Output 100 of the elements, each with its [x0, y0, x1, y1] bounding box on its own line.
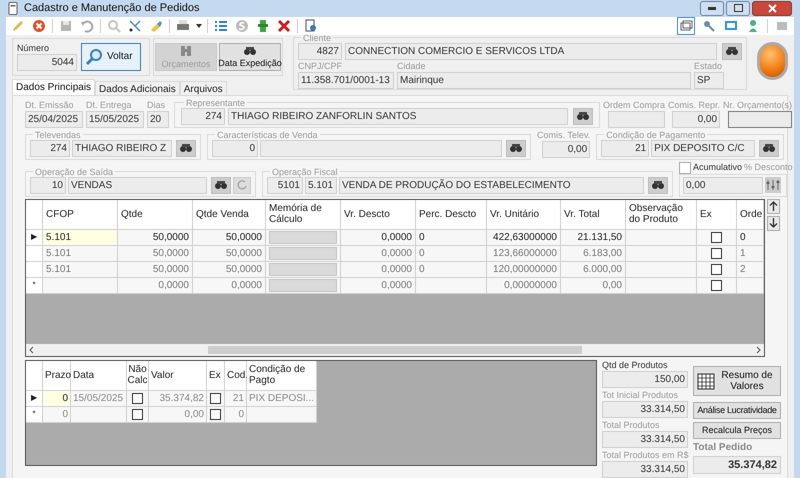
group-label: Condição de Pagamento — [605, 130, 706, 140]
text-field[interactable]: 33.314,50 — [602, 430, 688, 448]
table-cell: 422,63000000 — [487, 230, 561, 246]
table-cell: 5.101 — [43, 262, 118, 278]
column-header[interactable]: Perc. Descto — [416, 200, 487, 230]
field-label: Dt. Entrega — [86, 100, 133, 110]
column-header[interactable]: Qtde Venda — [193, 200, 266, 230]
column-header[interactable]: Cod. — [225, 360, 247, 390]
field-label: Tot Inicial Produtos — [602, 390, 680, 400]
table-cell: 0 — [225, 406, 247, 422]
text-field[interactable]: SP — [694, 72, 724, 88]
column-header[interactable]: Condição de Pagto — [247, 360, 317, 390]
field-label: Dt. Emissão — [25, 100, 75, 110]
table-cell: 0 — [43, 390, 71, 406]
table-cell: 50,0000 — [193, 230, 266, 246]
text-field[interactable]: 15/05/2025 — [86, 110, 144, 128]
text-field[interactable]: 274 — [181, 108, 225, 124]
column-header[interactable]: Ex — [697, 200, 737, 230]
table-cell: 120,00000000 — [487, 262, 561, 278]
table-cell: 123,66000000 — [487, 246, 561, 262]
text-field[interactable]: 20 — [147, 110, 169, 128]
field-label: Dias — [147, 100, 166, 110]
table-cell: 5.101 — [43, 246, 118, 262]
table-cell: 50,0000 — [118, 262, 193, 278]
group-label: Operação de Saída — [34, 166, 114, 176]
back-button[interactable]: Voltar — [81, 42, 141, 70]
text-field[interactable]: 25/04/2025 — [25, 110, 83, 128]
table-cell: 2 — [737, 262, 764, 278]
table-cell: 0,00 — [149, 406, 207, 422]
field-label: Número — [17, 42, 50, 54]
text-field[interactable]: PIX DEPOSITO C/C — [651, 140, 756, 156]
field-label: Cidade — [397, 60, 427, 72]
text-field[interactable]: 0,00 — [672, 110, 720, 128]
table-cell: 0,0000 — [193, 278, 266, 294]
table-cell: 0,00 — [561, 278, 626, 294]
text-field[interactable]: 33.314,50 — [602, 400, 688, 418]
table-cell: 0,0000 — [341, 262, 416, 278]
table-cell: 35.374,82 — [149, 390, 207, 406]
text-field[interactable]: 5101 — [267, 176, 303, 194]
field-label: Comis. Repr. — [668, 100, 720, 110]
total-field[interactable]: 35.374,82 — [693, 456, 781, 474]
table-cell: 0 — [416, 262, 487, 278]
column-header[interactable]: Prazo — [43, 360, 71, 390]
text-field[interactable]: THIAGO RIBEIRO ZANFORLIN SANTOS — [228, 108, 568, 124]
table-cell: 21.131,50 — [561, 230, 626, 246]
table-cell: 1 — [737, 246, 764, 262]
text-field[interactable]: 0 — [212, 140, 258, 156]
text-field[interactable]: 5.101 — [305, 176, 337, 194]
group-label: Características de Venda — [216, 130, 319, 140]
text-field[interactable]: VENDAS — [68, 176, 207, 194]
text-field[interactable]: 5044 — [17, 54, 77, 70]
tab[interactable]: Dados Principais — [12, 78, 96, 94]
text-field[interactable]: 4827 — [298, 42, 342, 60]
table-cell: 0 — [43, 406, 71, 422]
table-cell: 0,0000 — [341, 230, 416, 246]
column-header[interactable]: Orde — [737, 200, 764, 230]
text-field[interactable]: 274 — [30, 140, 70, 156]
text-field[interactable]: 11.358.701/0001-13 — [298, 72, 394, 88]
recalculate-button[interactable]: Recalcula Preços — [693, 422, 781, 438]
column-header[interactable]: Observação do Produto — [626, 200, 697, 230]
row-header[interactable]: ▶ — [26, 390, 43, 406]
field-label: Total Produtos — [602, 420, 661, 430]
summary-button[interactable]: Resumo de Valores — [693, 366, 781, 396]
group-label: Operação Fiscal — [271, 166, 339, 176]
shipping-date-button[interactable]: Data Expedição — [219, 42, 281, 70]
field-label: Qtd de Produtos — [602, 360, 669, 370]
row-header[interactable]: * — [26, 406, 43, 422]
table-cell: 0 — [737, 230, 764, 246]
tab[interactable]: Arquivos — [180, 80, 227, 94]
row-header[interactable]: * — [26, 278, 43, 294]
text-field[interactable]: THIAGO RIBEIRO Z — [72, 140, 172, 156]
field-label: Ordem Compra — [603, 100, 666, 110]
table-cell: 50,0000 — [193, 246, 266, 262]
table-cell: 5.101 — [43, 230, 118, 246]
text-field[interactable]: VENDA DE PRODUÇÃO DO ESTABELECIMENTO — [339, 176, 644, 194]
column-header[interactable]: Vr. Unitário — [487, 200, 561, 230]
total-label: Total Pedido — [693, 442, 754, 452]
column-header[interactable]: Ex — [207, 360, 225, 390]
column-header[interactable]: Vr. Total — [561, 200, 626, 230]
text-field[interactable]: 0,00 — [683, 176, 763, 194]
text-field[interactable]: 0,00 — [542, 140, 590, 158]
text-field[interactable]: 21 — [601, 140, 650, 156]
column-header[interactable]: Valor — [149, 360, 207, 390]
table-cell: 0,0000 — [341, 278, 416, 294]
column-header[interactable]: CFOP — [43, 200, 118, 230]
text-field[interactable]: 33.314,50 — [602, 460, 688, 478]
text-field[interactable]: 150,00 — [602, 370, 688, 388]
column-header[interactable]: Vr. Descto — [341, 200, 416, 230]
row-header[interactable]: ▶ — [26, 230, 43, 246]
column-header[interactable]: Não Calc — [127, 360, 149, 390]
column-header[interactable]: Memória de Cálculo — [266, 200, 341, 230]
field-label: Estado — [694, 60, 724, 72]
profitability-button[interactable]: Análise Lucratividade — [693, 402, 781, 418]
column-header[interactable]: Data — [71, 360, 127, 390]
text-field[interactable]: 10 — [30, 176, 66, 194]
tab[interactable]: Dados Adicionais — [95, 80, 180, 94]
text-field[interactable]: Mairinque — [397, 72, 691, 88]
column-header[interactable]: Qtde — [118, 200, 193, 230]
text-field[interactable]: CONNECTION COMERCIO E SERVICOS LTDA — [345, 42, 717, 60]
table-cell: 50,0000 — [118, 246, 193, 262]
